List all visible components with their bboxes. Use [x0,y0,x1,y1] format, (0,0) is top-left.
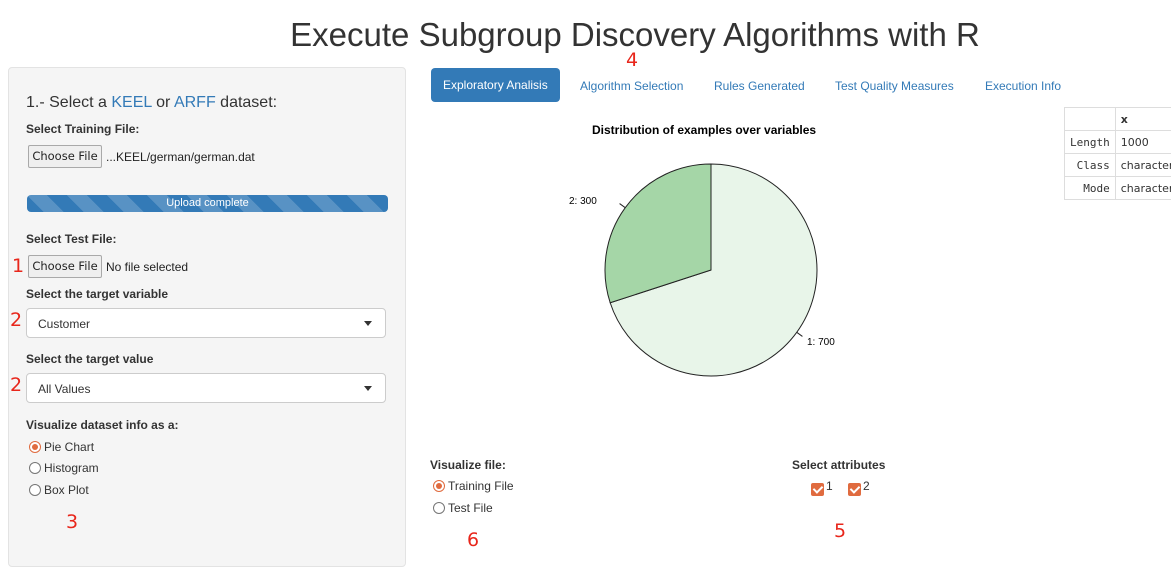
radio-unselected-icon [433,502,445,514]
chevron-down-icon [364,321,372,326]
slice-label-2: 2: 300 [569,196,597,207]
tab-execution-info[interactable]: Execution Info [985,79,1061,93]
attribute-1-label: 1 [826,479,833,493]
chevron-down-icon [364,386,372,391]
annotation-6: 6 [467,529,479,551]
target-value-value: All Values [38,382,90,396]
annotation-3: 3 [66,511,78,533]
keel-link[interactable]: KEEL [111,94,151,111]
training-file-name: ...KEEL/german/german.dat [106,150,255,164]
test-choose-file-button[interactable]: Choose File [28,255,102,278]
attribute-2-label: 2 [863,479,870,493]
tab-test-quality-measures[interactable]: Test Quality Measures [835,79,954,93]
upload-progress-bar: Upload complete [27,195,388,212]
radio-unselected-icon [29,484,41,496]
table-row: Mode character [1065,177,1171,200]
radio-selected-icon [29,441,41,453]
radio-unselected-icon [29,462,41,474]
slice-leader-line-1 [797,332,803,336]
slice-label-1: 1: 700 [807,337,835,348]
page-title: Execute Subgroup Discovery Algorithms wi… [0,16,1171,54]
arff-link[interactable]: ARFF [174,94,216,111]
tab-exploratory-analisis[interactable]: Exploratory Analisis [431,68,560,102]
annotation-1: 1 [12,255,24,277]
table-row: Class character [1065,154,1171,177]
test-file-label: Select Test File: [26,232,116,246]
annotation-5: 5 [834,520,846,542]
slice-leader-line-2 [620,204,626,208]
tab-rules-generated[interactable]: Rules Generated [714,79,805,93]
target-value-label: Select the target value [26,352,153,366]
tab-algorithm-selection[interactable]: Algorithm Selection [580,79,683,93]
attribute-2-checkbox[interactable] [848,483,861,496]
target-variable-value: Customer [38,317,90,331]
test-file-name: No file selected [106,260,188,274]
upload-status: Upload complete [27,195,388,212]
annotation-2a: 2 [10,309,22,331]
attribute-1-checkbox[interactable] [811,483,824,496]
training-choose-file-button[interactable]: Choose File [28,145,102,168]
sidebar-panel: 1.- Select a KEEL or ARFF dataset: Selec… [8,67,406,567]
target-variable-select[interactable]: Customer [26,308,386,338]
chart-title: Distribution of examples over variables [592,123,816,137]
training-file-label: Select Training File: [26,122,139,136]
target-value-select[interactable]: All Values [26,373,386,403]
select-attributes-label: Select attributes [792,458,885,472]
table-header-row: x [1065,108,1171,131]
annotation-2b: 2 [10,374,22,396]
pie-slice-2 [605,164,711,303]
visualize-file-label: Visualize file: [430,458,506,472]
pie-slice-1 [610,164,817,376]
summary-table: x Length 1000 Class character Mode chara… [1064,107,1171,200]
visualize-as-label: Visualize dataset info as a: [26,418,179,432]
annotation-4: 4 [626,49,638,71]
table-row: Length 1000 [1065,131,1171,154]
target-variable-label: Select the target variable [26,287,168,301]
radio-selected-icon [433,480,445,492]
dataset-heading: 1.- Select a KEEL or ARFF dataset: [26,94,277,112]
